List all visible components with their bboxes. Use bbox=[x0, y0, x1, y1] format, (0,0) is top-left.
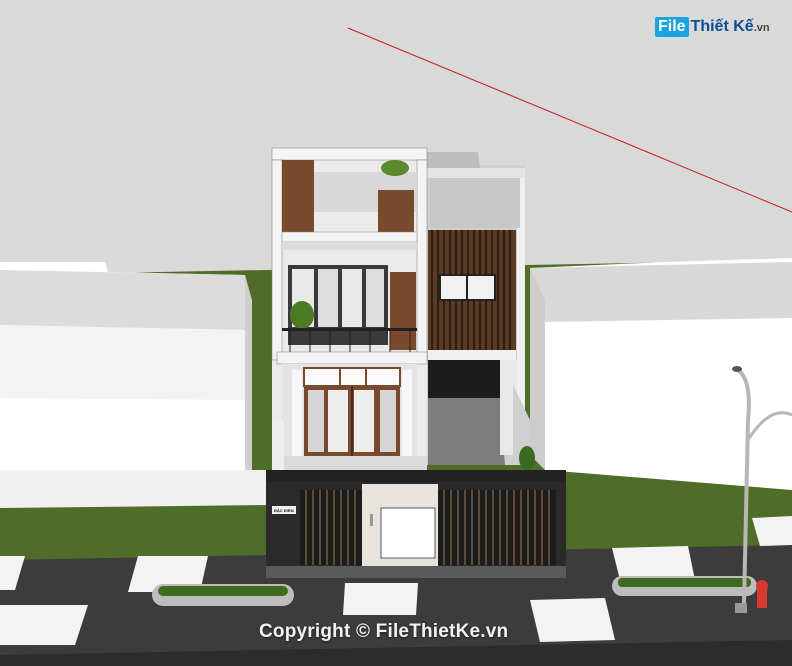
townhouse bbox=[271, 147, 535, 474]
gate-sign-text: ĐẶC ĐIỂM bbox=[274, 508, 294, 513]
right-neighbor-building bbox=[530, 258, 792, 490]
townhouse-3d-render: ĐẶC ĐIỂM bbox=[0, 0, 792, 666]
carport-ceiling bbox=[428, 360, 500, 398]
fire-hydrant bbox=[756, 580, 768, 608]
wood-panel-second-floor bbox=[390, 272, 416, 350]
carport-floor bbox=[428, 398, 505, 465]
copyright-watermark: Copyright © FileThietKe.vn bbox=[259, 621, 509, 642]
filethietke-logo: File Thiết Kế.vn bbox=[655, 14, 770, 40]
logo-mark: File bbox=[655, 17, 689, 37]
left-neighbor-building bbox=[0, 262, 280, 508]
potted-plant bbox=[519, 446, 535, 470]
logo-text-main: Thiết Kế bbox=[690, 18, 754, 35]
front-gate-fence: ĐẶC ĐIỂM bbox=[266, 470, 566, 578]
wood-panel-top-right bbox=[378, 190, 414, 238]
wood-panel-top-left bbox=[282, 160, 314, 238]
mailbox-panel bbox=[380, 507, 436, 559]
rooftop-plant bbox=[381, 160, 409, 176]
logo-text: Thiết Kế.vn bbox=[691, 18, 770, 36]
logo-suffix: .vn bbox=[753, 22, 770, 34]
sketchup-render-scene: ĐẶC ĐIỂM File Thiết Kế.vn Copyright © Fi… bbox=[0, 0, 792, 666]
balcony-plant bbox=[290, 301, 314, 329]
